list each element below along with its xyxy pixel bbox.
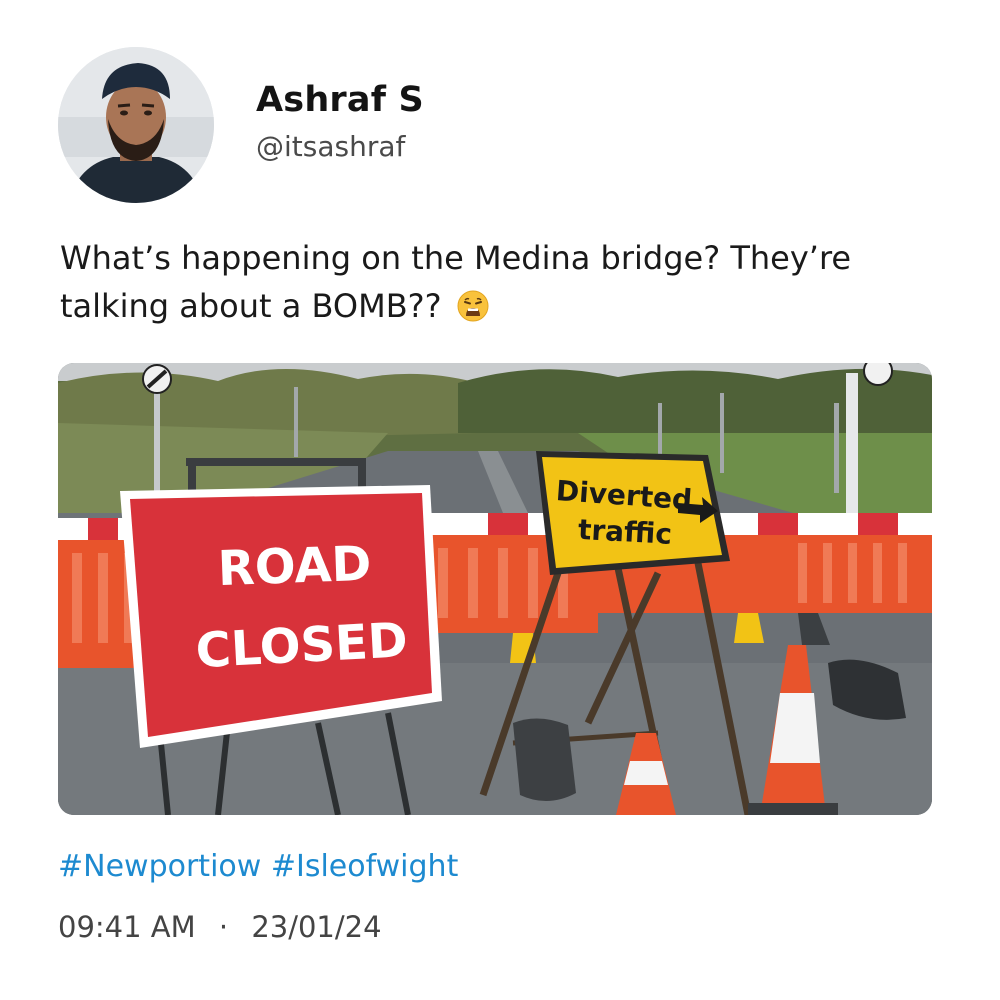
post-date: 23/01/24 (251, 910, 382, 944)
avatar-image (58, 47, 214, 203)
diverted-traffic-sign: Diverted traffic (536, 451, 730, 575)
post-image[interactable]: ROAD CLOSED Diverted traffic (58, 363, 932, 815)
hashtags: #Newportiow #Isleofwight (58, 849, 458, 884)
road-closed-photo: ROAD CLOSED Diverted traffic (58, 363, 932, 815)
author-handle[interactable]: @itsashraf (256, 130, 405, 163)
road-closed-line2: CLOSED (194, 612, 409, 679)
hashtag-newportiow[interactable]: #Newportiow (58, 849, 261, 884)
timestamp: 09:41 AM · 23/01/24 (58, 910, 382, 944)
diverted-line2: traffic (577, 513, 673, 551)
separator-dot: · (218, 910, 229, 944)
hashtag-isleofwight[interactable]: #Isleofwight (271, 849, 459, 884)
avatar[interactable] (58, 47, 214, 203)
post-text-container: What’s happening on the Medina bridge? T… (60, 234, 960, 336)
author-name[interactable]: Ashraf S (256, 80, 424, 120)
weary-face-emoji (456, 288, 490, 336)
post-time: 09:41 AM (58, 910, 196, 944)
road-closed-line1: ROAD (217, 536, 372, 597)
